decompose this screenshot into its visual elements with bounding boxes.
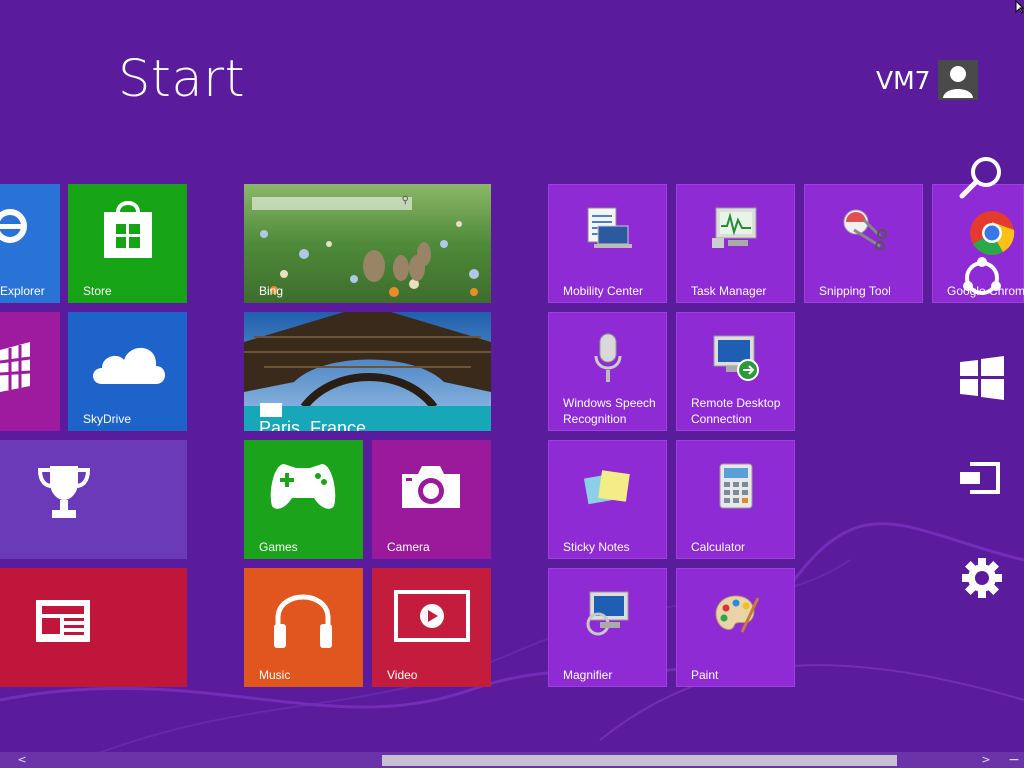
tile-label: Games xyxy=(259,540,298,554)
search-icon: ⚲ xyxy=(401,195,409,206)
trophy-icon xyxy=(37,466,91,518)
tile-label: Snipping Tool xyxy=(819,284,891,298)
charm-devices[interactable] xyxy=(956,452,1008,504)
task-manager-icon xyxy=(712,207,757,248)
tile-news[interactable] xyxy=(0,568,187,687)
search-icon xyxy=(959,157,1001,199)
tile-label-line2: Recognition xyxy=(563,412,627,426)
tile-music[interactable]: Music xyxy=(244,568,363,687)
tile-label: Camera xyxy=(387,540,430,554)
tile-sticky-notes[interactable]: Sticky Notes xyxy=(548,440,667,559)
tile-label: Bing xyxy=(259,284,284,298)
charm-search[interactable] xyxy=(956,152,1008,204)
tile-label: Paint xyxy=(691,668,719,682)
tile-pinned-magenta[interactable] xyxy=(0,312,60,431)
chrome-icon xyxy=(970,211,1015,255)
scissors-icon xyxy=(843,209,887,250)
tile-label: Sticky Notes xyxy=(563,540,630,554)
user-name[interactable]: VM7 xyxy=(876,66,931,95)
mobility-center-icon xyxy=(587,207,632,248)
tile-label: Task Manager xyxy=(691,284,767,298)
devices-icon xyxy=(960,462,1000,494)
store-bag-icon xyxy=(104,201,152,258)
tile-label: Explorer xyxy=(0,284,45,298)
tile-mobility-center[interactable]: Mobility Center xyxy=(548,184,667,303)
tile-remote-desktop[interactable]: Remote Desktop Connection xyxy=(676,312,795,431)
tile-camera[interactable]: Camera xyxy=(372,440,491,559)
camera-icon xyxy=(402,466,460,508)
paint-palette-icon xyxy=(715,595,760,633)
tile-calculator[interactable]: Calculator xyxy=(676,440,795,559)
tile-store[interactable]: Store xyxy=(68,184,187,303)
tile-video[interactable]: Video xyxy=(372,568,491,687)
tile-label: Calculator xyxy=(691,540,746,554)
charm-settings[interactable] xyxy=(956,552,1008,604)
remote-desktop-icon xyxy=(713,335,759,381)
scroll-thumb[interactable] xyxy=(382,755,897,766)
tile-label: Music xyxy=(259,668,291,682)
scroll-right-arrow[interactable]: > xyxy=(978,752,994,768)
game-controller-icon xyxy=(270,464,336,509)
tile-travel[interactable]: Paris, France xyxy=(244,312,491,431)
internet-explorer-icon xyxy=(0,209,27,243)
avatar[interactable] xyxy=(938,60,978,100)
tile-snipping-tool[interactable]: Snipping Tool xyxy=(804,184,923,303)
news-icon xyxy=(36,600,90,642)
tile-games[interactable]: Games xyxy=(244,440,363,559)
tile-task-manager[interactable]: Task Manager xyxy=(676,184,795,303)
start-icon xyxy=(960,356,1004,400)
calculator-icon xyxy=(719,463,753,509)
scroll-left-arrow[interactable]: < xyxy=(14,752,30,768)
tile-games-hub[interactable] xyxy=(0,440,187,559)
tile-bing[interactable]: ⚲ Bing xyxy=(244,184,491,303)
settings-icon xyxy=(962,558,1002,598)
sticky-notes-icon xyxy=(584,470,630,505)
user-icon xyxy=(943,66,973,98)
tile-label-line1: Windows Speech xyxy=(563,396,656,410)
tile-label: Mobility Center xyxy=(563,284,644,298)
charm-start[interactable] xyxy=(956,352,1008,404)
tile-windows-speech[interactable]: Windows Speech Recognition xyxy=(548,312,667,431)
suitcase-icon xyxy=(260,403,282,417)
cloud-icon xyxy=(93,347,165,384)
horizontal-scrollbar[interactable]: < > − xyxy=(0,752,1024,768)
travel-label: Paris, France xyxy=(259,418,367,431)
travel-banner: Paris, France xyxy=(244,403,491,431)
tile-label: SkyDrive xyxy=(83,412,132,426)
tile-paint[interactable]: Paint xyxy=(676,568,795,687)
bing-search-box[interactable]: ⚲ xyxy=(252,195,412,210)
grid-app-icon xyxy=(0,342,31,392)
tile-skydrive[interactable]: SkyDrive xyxy=(68,312,187,431)
tile-label: Magnifier xyxy=(563,668,613,682)
share-icon xyxy=(963,257,1001,295)
tile-magnifier[interactable]: Magnifier xyxy=(548,568,667,687)
tile-label-line2: Connection xyxy=(691,412,752,426)
microphone-icon xyxy=(594,333,622,382)
page-title: Start xyxy=(118,50,246,109)
headphones-icon xyxy=(274,594,332,648)
magnifier-icon xyxy=(586,591,629,636)
video-icon xyxy=(394,590,470,642)
tile-label: Store xyxy=(83,284,112,298)
mouse-cursor-icon xyxy=(1015,0,1024,14)
tile-label-line1: Remote Desktop xyxy=(691,396,781,410)
tile-internet-explorer[interactable]: Explorer xyxy=(0,184,60,303)
charm-share[interactable] xyxy=(956,252,1008,304)
semantic-zoom-button[interactable]: − xyxy=(1006,752,1022,768)
tile-label: Video xyxy=(387,668,418,682)
